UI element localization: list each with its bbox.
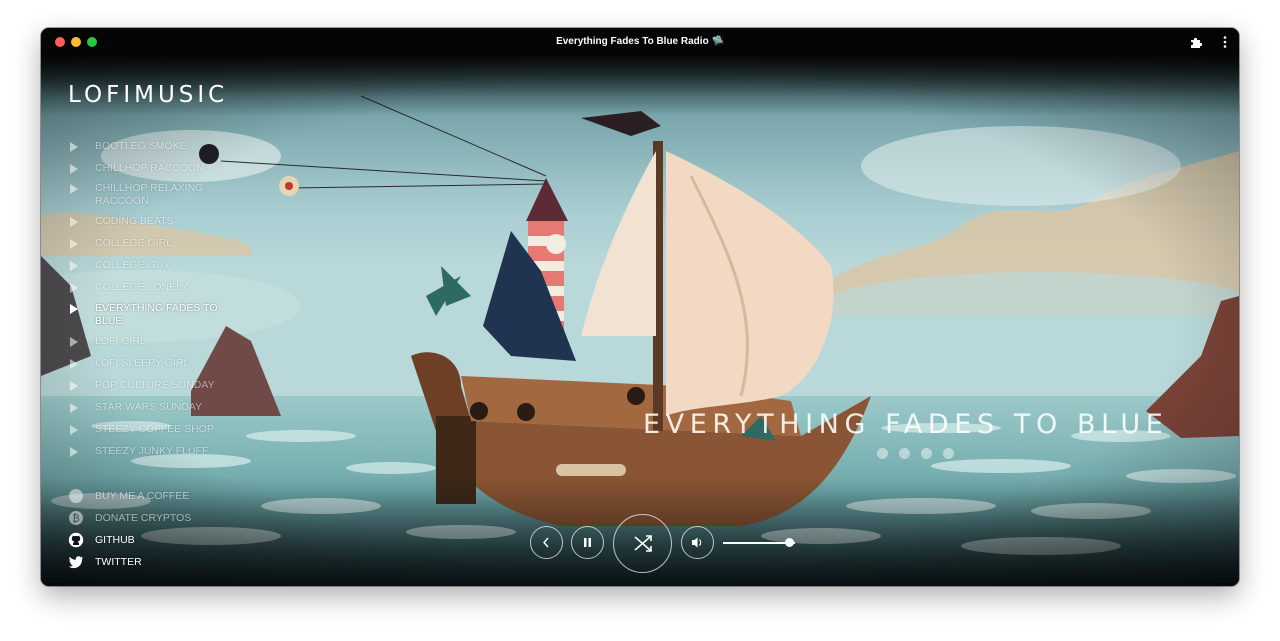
extensions-puzzle-icon[interactable] bbox=[1189, 35, 1203, 49]
play-icon bbox=[70, 142, 78, 152]
station-item-coding-beats[interactable]: CODING BEATS bbox=[69, 215, 254, 228]
station-item-pop-culture-sunday[interactable]: POP CULTURE SUNDAY bbox=[69, 379, 254, 392]
coffee-icon bbox=[69, 489, 83, 503]
donate-cryptos-link[interactable]: ₿ DONATE CRYPTOS bbox=[68, 510, 228, 526]
more-menu-icon[interactable] bbox=[1221, 35, 1229, 49]
volume-button[interactable] bbox=[681, 526, 714, 559]
station-social-links bbox=[877, 448, 954, 459]
station-item-star-wars-sunday[interactable]: STAR WARS SUNDAY bbox=[69, 401, 254, 414]
shuffle-button[interactable] bbox=[613, 514, 672, 573]
title-bar: Everything Fades To Blue Radio 🛸 bbox=[41, 28, 1239, 56]
github-icon bbox=[68, 532, 84, 548]
play-icon bbox=[70, 425, 78, 435]
now-playing-title: EVERYTHING FADES TO BLUE bbox=[643, 409, 1169, 440]
instagram-icon[interactable] bbox=[877, 448, 888, 459]
play-icon bbox=[70, 337, 78, 347]
website-icon[interactable] bbox=[921, 448, 932, 459]
station-item-chillhop-relaxing-raccoon[interactable]: CHILLHOP RELAXING RACCOON bbox=[69, 182, 254, 208]
station-label: STEEZY JUNKY FLUFF bbox=[95, 445, 209, 457]
play-icon bbox=[70, 381, 78, 391]
youtube-icon[interactable] bbox=[943, 448, 954, 459]
play-icon bbox=[70, 403, 78, 413]
brand-logo: LOFIMUSIC bbox=[68, 82, 229, 108]
station-label: EVERYTHING FADES TO BLUE bbox=[95, 302, 218, 327]
play-icon bbox=[70, 283, 78, 293]
bitcoin-icon: ₿ bbox=[69, 511, 83, 525]
station-label: CHILLHOP RELAXING RACCOON bbox=[95, 182, 204, 207]
station-item-steezy-junky-fluff[interactable]: STEEZY JUNKY FLUFF bbox=[69, 445, 254, 458]
station-item-bootleg-smoke[interactable]: BOOTLEG SMOKE bbox=[69, 140, 254, 153]
twitter-link[interactable]: TWITTER bbox=[68, 554, 228, 570]
station-label: COLLEGE GUY bbox=[95, 259, 171, 271]
station-item-college-lonely[interactable]: COLLEGE LONELY bbox=[69, 281, 254, 294]
play-icon bbox=[70, 304, 78, 314]
station-label: COLLEGE LONELY bbox=[95, 281, 189, 293]
play-icon bbox=[70, 217, 78, 227]
github-link[interactable]: GITHUB bbox=[68, 532, 228, 548]
browser-window: Everything Fades To Blue Radio 🛸 LOFIMUS… bbox=[41, 28, 1239, 586]
pause-button[interactable] bbox=[571, 526, 604, 559]
volume-icon bbox=[692, 537, 702, 548]
volume-slider-handle[interactable] bbox=[784, 538, 794, 547]
station-label: LOFI GIRL bbox=[95, 335, 146, 347]
link-label: BUY ME A COFFEE bbox=[95, 490, 190, 502]
station-item-college-girl[interactable]: COLLEGE GIRL bbox=[69, 237, 254, 250]
station-item-everything-fades-to-blue[interactable]: EVERYTHING FADES TO BLUE bbox=[69, 302, 254, 328]
station-label: POP CULTURE SUNDAY bbox=[95, 379, 215, 391]
link-label: GITHUB bbox=[95, 534, 135, 546]
station-item-lofi-girl[interactable]: LOFI GIRL bbox=[69, 335, 254, 348]
station-label: CODING BEATS bbox=[95, 215, 174, 227]
station-item-college-guy[interactable]: COLLEGE GUY bbox=[69, 259, 254, 272]
play-icon bbox=[70, 447, 78, 457]
station-item-chillhop-raccoon[interactable]: CHILLHOP RACCOON bbox=[69, 162, 254, 175]
station-item-lofi-sleepy-girl[interactable]: LOFI SLEEPY GIRL bbox=[69, 357, 254, 370]
svg-text:₿: ₿ bbox=[72, 513, 79, 525]
station-item-steezy-coffee-shop[interactable]: STEEZY COFFEE SHOP bbox=[69, 423, 254, 436]
play-icon bbox=[70, 239, 78, 249]
link-label: TWITTER bbox=[95, 556, 142, 568]
window-title: Everything Fades To Blue Radio 🛸 bbox=[556, 36, 724, 47]
station-label: STAR WARS SUNDAY bbox=[95, 401, 203, 413]
spotify-icon[interactable] bbox=[899, 448, 910, 459]
play-icon bbox=[70, 261, 78, 271]
chevron-left-icon bbox=[543, 537, 549, 548]
station-label: BOOTLEG SMOKE bbox=[95, 140, 187, 152]
play-icon bbox=[70, 184, 78, 194]
station-label: COLLEGE GIRL bbox=[95, 237, 173, 249]
shuffle-icon bbox=[634, 535, 652, 552]
previous-button[interactable] bbox=[530, 526, 563, 559]
play-icon bbox=[70, 359, 78, 369]
buy-me-a-coffee-link[interactable]: BUY ME A COFFEE bbox=[68, 488, 228, 504]
pause-icon bbox=[584, 538, 591, 547]
station-label: CHILLHOP RACCOON bbox=[95, 162, 204, 174]
twitter-icon bbox=[68, 556, 83, 569]
link-label: DONATE CRYPTOS bbox=[95, 512, 192, 524]
station-label: STEEZY COFFEE SHOP bbox=[95, 423, 214, 435]
play-icon bbox=[70, 164, 78, 174]
station-label: LOFI SLEEPY GIRL bbox=[95, 357, 190, 369]
